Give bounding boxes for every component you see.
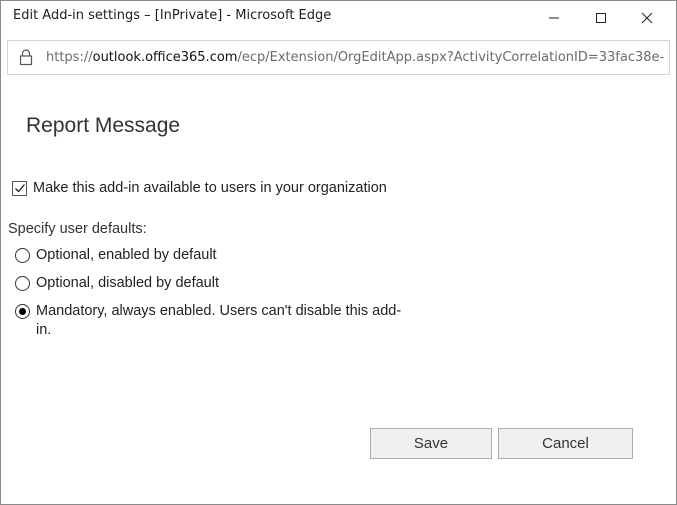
maximize-button[interactable] [578, 1, 624, 34]
option-mandatory[interactable]: Mandatory, always enabled. Users can't d… [15, 302, 416, 340]
url-protocol: https:// [46, 50, 93, 65]
maximize-icon [596, 12, 606, 23]
url-path: /ecp/Extension/OrgEditApp.aspx?ActivityC… [237, 50, 665, 65]
address-bar[interactable]: https://outlook.office365.com/ecp/Extens… [7, 40, 670, 75]
browser-window: Edit Add-in settings – [InPrivate] - Mic… [0, 0, 677, 505]
url-text[interactable]: https://outlook.office365.com/ecp/Extens… [46, 50, 665, 65]
availability-checkbox-row[interactable]: Make this add-in available to users in y… [12, 180, 387, 196]
page-content: Report Message Make this add-in availabl… [1, 81, 676, 504]
availability-checkbox[interactable] [12, 180, 27, 196]
save-button[interactable]: Save [370, 428, 492, 459]
minimize-button[interactable] [531, 1, 577, 34]
window-title: Edit Add-in settings – [InPrivate] - Mic… [13, 8, 332, 23]
title-bar[interactable]: Edit Add-in settings – [InPrivate] - Mic… [1, 1, 676, 34]
cancel-button[interactable]: Cancel [498, 428, 633, 459]
option-optional-disabled[interactable]: Optional, disabled by default [15, 274, 416, 293]
option-label: Optional, enabled by default [36, 247, 217, 263]
page-title: Report Message [26, 114, 181, 137]
option-optional-enabled[interactable]: Optional, enabled by default [15, 246, 416, 265]
lock-icon [19, 49, 33, 66]
minimize-icon [549, 17, 559, 18]
option-label: Optional, disabled by default [36, 275, 219, 291]
user-defaults-label: Specify user defaults: [8, 221, 147, 237]
close-button[interactable] [624, 1, 670, 34]
option-label: Mandatory, always enabled. Users can't d… [36, 303, 402, 338]
radio-button-selected[interactable] [15, 304, 30, 319]
radio-button[interactable] [15, 248, 30, 263]
availability-label: Make this add-in available to users in y… [33, 180, 387, 196]
close-icon [641, 12, 653, 23]
checkmark-icon [15, 183, 25, 192]
radio-button[interactable] [15, 276, 30, 291]
url-domain: outlook.office365.com [92, 50, 238, 65]
